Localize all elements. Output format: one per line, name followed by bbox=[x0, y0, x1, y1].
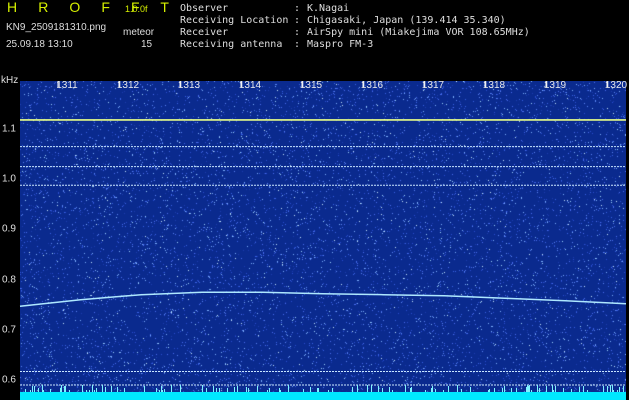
x-tick-label: 1316 bbox=[360, 80, 384, 91]
meta-colon: : bbox=[294, 27, 301, 38]
y-tick-label: 0.9 bbox=[2, 223, 16, 235]
capture-datetime: 25.09.18 13:10 bbox=[6, 39, 73, 50]
x-tick-label: 1315 bbox=[299, 80, 323, 91]
x-tick-label: 1313 bbox=[177, 80, 201, 91]
meteor-label: meteor bbox=[123, 27, 155, 38]
image-filename: KN9_2509181310.png bbox=[6, 22, 107, 33]
meteor-count: 15 bbox=[141, 39, 153, 50]
x-tick-label: 1314 bbox=[238, 80, 262, 91]
spectrogram-plot bbox=[20, 81, 626, 400]
meta-key-antenna: Receiving antenna bbox=[180, 39, 283, 50]
meta-value-observer: K.Nagai bbox=[307, 3, 350, 14]
hrofft-window: H R O F F T 1.0.0f KN9_2509181310.png me… bbox=[0, 0, 629, 400]
meta-key-receiver: Receiver bbox=[180, 27, 229, 38]
x-tick-label: 1311 bbox=[56, 80, 78, 91]
meta-value-antenna: Maspro FM-3 bbox=[307, 39, 374, 50]
meta-colon: : bbox=[294, 15, 301, 26]
meta-key-observer: Observer bbox=[180, 3, 229, 14]
app-version: 1.0.0f bbox=[125, 4, 148, 14]
y-tick-label: 0.6 bbox=[2, 374, 16, 386]
meta-value-receiver: AirSpy mini (Miakejima VOR 108.65MHz) bbox=[307, 27, 530, 38]
meta-value-location: Chigasaki, Japan (139.414 35.340) bbox=[307, 15, 506, 26]
y-tick-label: 1.0 bbox=[2, 173, 16, 185]
x-tick-label: 1317 bbox=[421, 80, 445, 91]
y-tick-label: 0.8 bbox=[2, 274, 16, 286]
y-tick-label: 1.1 bbox=[2, 123, 16, 135]
spectrogram-noise-canvas bbox=[20, 81, 626, 400]
x-tick-label: 1319 bbox=[543, 80, 567, 91]
x-tick-label: 1320 bbox=[604, 80, 628, 91]
y-tick-label: 0.7 bbox=[2, 324, 16, 336]
app-brand: H R O F F T bbox=[7, 0, 178, 15]
meta-colon: : bbox=[294, 3, 301, 14]
x-tick-label: 1318 bbox=[482, 80, 506, 91]
x-tick-label: 1312 bbox=[116, 80, 140, 91]
meta-colon: : bbox=[294, 39, 301, 50]
meta-key-location: Receiving Location bbox=[180, 15, 289, 26]
y-axis-unit: kHz bbox=[1, 75, 19, 86]
